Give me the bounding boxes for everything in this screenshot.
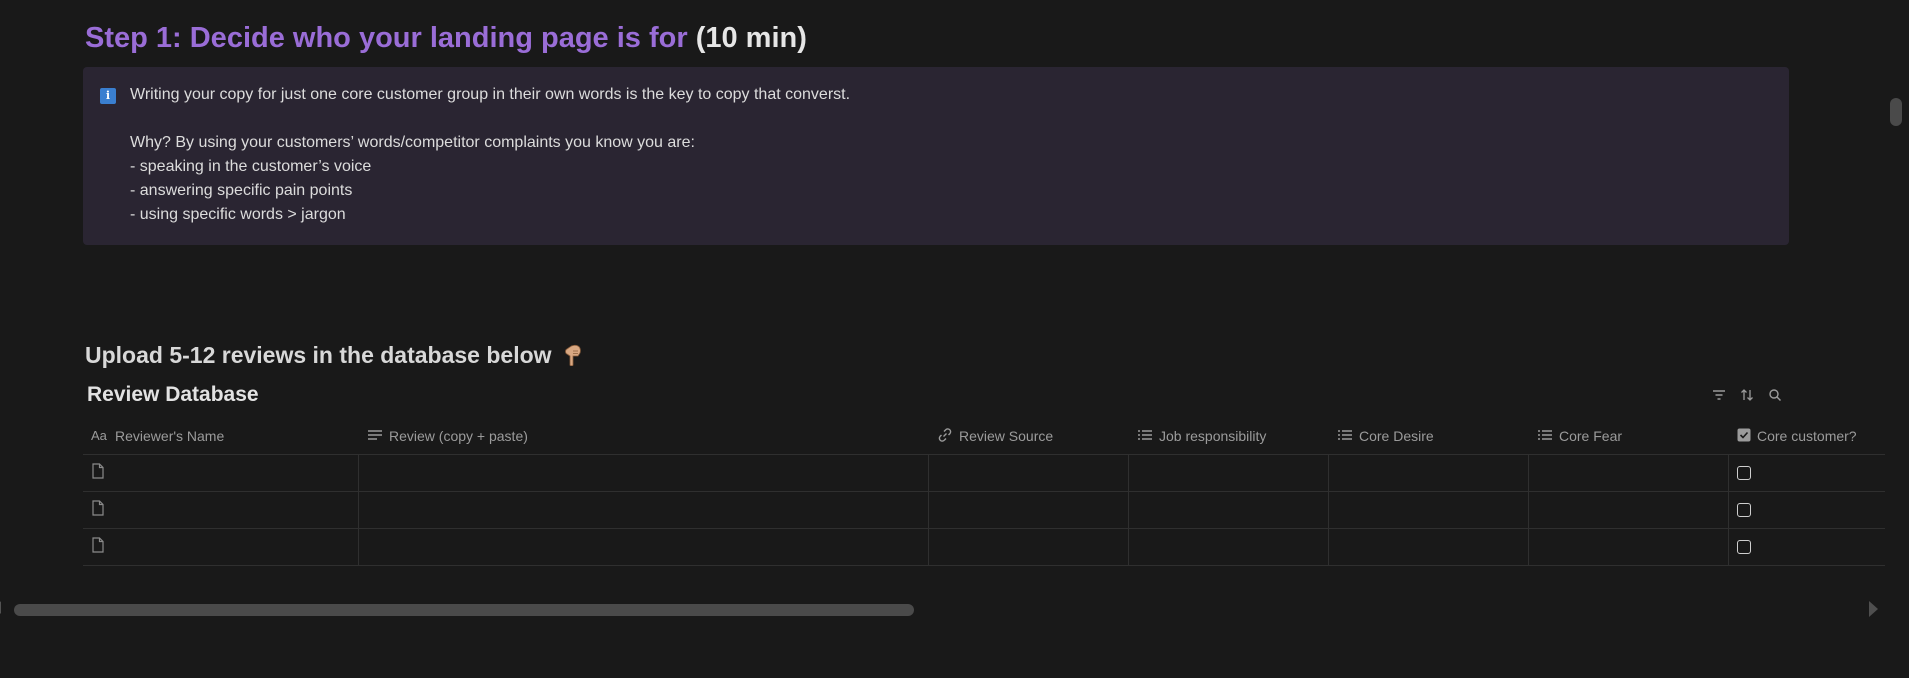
page-icon (91, 536, 105, 558)
step-title: Step 1: Decide who your landing page is … (85, 22, 688, 54)
callout-line (130, 107, 850, 131)
core-customer-cell (1729, 455, 1885, 491)
database-toolbar (1710, 386, 1784, 404)
column-header-reviewer-name[interactable]: Aa Reviewer's Name (83, 418, 359, 454)
link-icon (937, 427, 953, 446)
callout-line: - speaking in the customer’s voice (130, 158, 372, 175)
review-database-table: Aa Reviewer's Name Review (copy + paste)… (83, 418, 1885, 566)
core-desire-cell[interactable] (1329, 455, 1529, 491)
core-fear-cell[interactable] (1529, 492, 1729, 528)
callout-text: Writing your copy for just one core cust… (130, 83, 850, 227)
upload-heading: Upload 5-12 reviews in the database belo… (85, 338, 582, 372)
reviewer-name-cell[interactable] (83, 455, 359, 491)
step-heading: Step 1: Decide who your landing page is … (85, 16, 807, 60)
sort-icon[interactable] (1738, 386, 1756, 404)
filter-icon[interactable] (1710, 386, 1728, 404)
table-header: Aa Reviewer's Name Review (copy + paste)… (83, 418, 1885, 455)
review-source-cell[interactable] (929, 529, 1129, 565)
reviewer-name-cell[interactable] (83, 529, 359, 565)
scroll-right-arrow-icon[interactable] (1869, 601, 1878, 617)
scroll-left-arrow-icon[interactable]: ▏ (0, 603, 8, 617)
page-icon (91, 462, 105, 484)
column-label: Core Desire (1359, 428, 1434, 444)
database-title[interactable]: Review Database (87, 380, 259, 410)
search-icon[interactable] (1766, 386, 1784, 404)
column-header-review[interactable]: Review (copy + paste) (359, 418, 929, 454)
info-icon: i (100, 88, 116, 104)
svg-text:Aa: Aa (91, 428, 108, 442)
core-desire-cell[interactable] (1329, 529, 1529, 565)
core-customer-checkbox[interactable] (1737, 466, 1751, 480)
review-source-cell[interactable] (929, 455, 1129, 491)
job-responsibility-cell[interactable] (1129, 455, 1329, 491)
column-label: Core Fear (1559, 428, 1623, 444)
column-label: Reviewer's Name (115, 428, 225, 444)
info-callout: i Writing your copy for just one core cu… (83, 67, 1789, 245)
table-row[interactable] (83, 455, 1885, 492)
title-aa-icon: Aa (91, 428, 109, 445)
core-customer-checkbox[interactable] (1737, 540, 1751, 554)
step-time: (10 min) (687, 22, 807, 54)
page-icon (91, 499, 105, 521)
job-responsibility-cell[interactable] (1129, 492, 1329, 528)
core-customer-cell (1729, 529, 1885, 565)
table-row[interactable] (83, 492, 1885, 529)
column-label: Review Source (959, 428, 1054, 444)
review-cell[interactable] (359, 492, 929, 528)
review-cell[interactable] (359, 455, 929, 491)
horizontal-scrollbar-thumb[interactable] (14, 604, 914, 616)
upload-heading-text: Upload 5-12 reviews in the database belo… (85, 342, 552, 368)
column-header-core-desire[interactable]: Core Desire (1329, 418, 1529, 454)
vertical-scrollbar-thumb[interactable] (1890, 98, 1902, 126)
core-customer-cell (1729, 492, 1885, 528)
reviewer-name-cell[interactable] (83, 492, 359, 528)
column-header-review-source[interactable]: Review Source (929, 418, 1129, 454)
core-fear-cell[interactable] (1529, 529, 1729, 565)
column-label: Job responsibility (1159, 428, 1267, 444)
callout-line: Why? By using your customers’ words/comp… (130, 134, 695, 151)
column-label: Core customer? (1757, 428, 1857, 444)
text-lines-icon (367, 428, 383, 445)
review-source-cell[interactable] (929, 492, 1129, 528)
column-header-job-responsibility[interactable]: Job responsibility (1129, 418, 1329, 454)
core-desire-cell[interactable] (1329, 492, 1529, 528)
callout-line: - answering specific pain points (130, 182, 353, 199)
list-icon (1137, 428, 1153, 445)
callout-line: - using specific words > jargon (130, 206, 346, 223)
core-fear-cell[interactable] (1529, 455, 1729, 491)
column-header-core-customer[interactable]: Core customer? (1729, 418, 1885, 454)
list-icon (1337, 428, 1353, 445)
column-label: Review (copy + paste) (389, 428, 528, 444)
core-customer-checkbox[interactable] (1737, 503, 1751, 517)
list-icon (1537, 428, 1553, 445)
column-header-core-fear[interactable]: Core Fear (1529, 418, 1729, 454)
callout-line: Writing your copy for just one core cust… (130, 86, 851, 103)
checkbox-icon (1737, 428, 1751, 445)
job-responsibility-cell[interactable] (1129, 529, 1329, 565)
pointing-down-hand-icon (564, 341, 582, 367)
review-cell[interactable] (359, 529, 929, 565)
table-row[interactable] (83, 529, 1885, 566)
